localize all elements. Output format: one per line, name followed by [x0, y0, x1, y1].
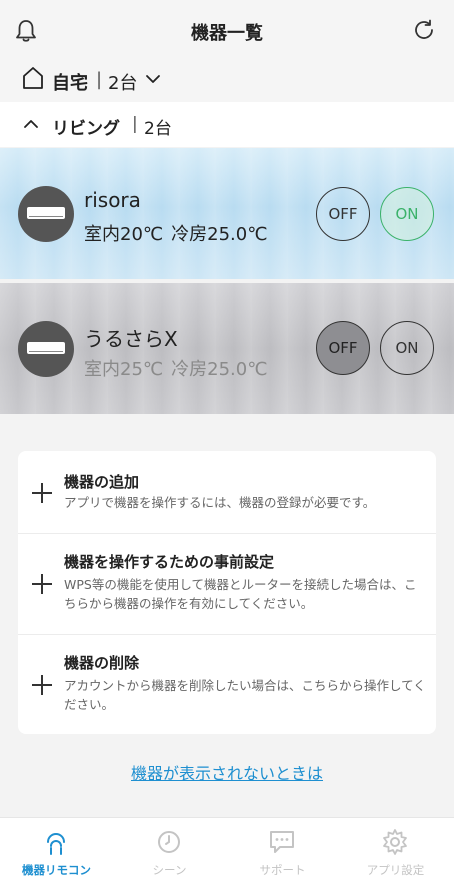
indoor-temperature: 室内25℃ — [84, 359, 164, 380]
tab-label: シーン — [152, 863, 187, 877]
tab-support[interactable]: サポート — [226, 818, 339, 892]
device-status: 室内25℃ 冷房25.0℃ — [84, 355, 275, 381]
clock-icon — [158, 831, 180, 853]
chevron-up-icon — [24, 120, 38, 128]
pre-setup-item[interactable]: 機器を操作するための事前設定 WPS等の機能を使用して機器とルーターを接続した場… — [18, 534, 436, 634]
home-icon — [23, 67, 43, 89]
action-title: 機器を操作するための事前設定 — [64, 553, 275, 571]
room-name: リビング — [52, 119, 120, 139]
chevron-down-icon — [146, 75, 160, 83]
plus-icon — [32, 675, 52, 695]
tab-scene[interactable]: シーン — [113, 818, 226, 892]
chat-icon — [270, 831, 294, 853]
room-separator: | — [132, 114, 138, 134]
power-on-button[interactable]: ON — [380, 187, 434, 241]
action-description: アカウントから機器を削除したい場合は、こちらから操作してください。 — [64, 678, 426, 712]
device-actions-card: 機器の追加 アプリで機器を操作するには、機器の登録が必要です。 機器を操作するた… — [18, 451, 436, 734]
bottom-tab-bar: 機器リモコン シーン サポート アプリ設定 — [0, 817, 454, 892]
home-separator: | — [96, 69, 103, 90]
home-label: 自宅 — [52, 73, 88, 94]
air-conditioner-icon — [18, 321, 74, 377]
refresh-icon[interactable] — [412, 18, 436, 42]
device-card[interactable]: risora 室内20℃ 冷房25.0℃ OFF ON — [0, 148, 454, 279]
plus-icon — [32, 483, 52, 503]
power-off-button[interactable]: OFF — [316, 187, 370, 241]
device-not-shown-link[interactable]: 機器が表示されないときは — [0, 760, 454, 784]
tab-label: サポート — [259, 863, 306, 877]
air-conditioner-icon — [18, 186, 74, 242]
home-selector[interactable]: 自宅 | 2台 — [0, 62, 454, 102]
action-title: 機器の追加 — [64, 473, 140, 491]
indoor-temperature: 室内20℃ — [84, 224, 164, 245]
action-title: 機器の削除 — [64, 654, 140, 672]
tab-remote[interactable]: 機器リモコン — [0, 818, 113, 892]
tab-label: 機器リモコン — [22, 863, 91, 877]
action-description: WPS等の機能を使用して機器とルーターを接続した場合は、こちらから機器の操作を有… — [64, 577, 417, 611]
gear-icon — [383, 829, 407, 855]
operation-mode: 冷房25.0℃ — [171, 224, 268, 245]
device-status: 室内20℃ 冷房25.0℃ — [84, 220, 275, 246]
action-description: アプリで機器を操作するには、機器の登録が必要です。 — [64, 495, 376, 510]
delete-device-item[interactable]: 機器の削除 アカウントから機器を削除したい場合は、こちらから操作してください。 — [18, 635, 436, 734]
tab-label: アプリ設定 — [366, 863, 425, 877]
page-title: 機器一覧 — [191, 23, 263, 44]
home-count: 2台 — [108, 73, 138, 94]
device-name: うるさらX — [84, 327, 178, 351]
operation-mode: 冷房25.0℃ — [171, 359, 268, 380]
device-name: risora — [84, 188, 141, 212]
power-off-button[interactable]: OFF — [316, 321, 370, 375]
add-device-item[interactable]: 機器の追加 アプリで機器を操作するには、機器の登録が必要です。 — [18, 451, 436, 533]
remote-icon — [47, 833, 65, 855]
plus-icon — [32, 574, 52, 594]
power-on-button[interactable]: ON — [380, 321, 434, 375]
device-card[interactable]: うるさらX 室内25℃ 冷房25.0℃ OFF ON — [0, 283, 454, 414]
app-header: 機器一覧 — [0, 0, 454, 62]
room-section-header[interactable]: リビング | 2台 — [0, 102, 454, 147]
tab-app-settings[interactable]: アプリ設定 — [339, 818, 452, 892]
room-count: 2台 — [144, 119, 172, 139]
